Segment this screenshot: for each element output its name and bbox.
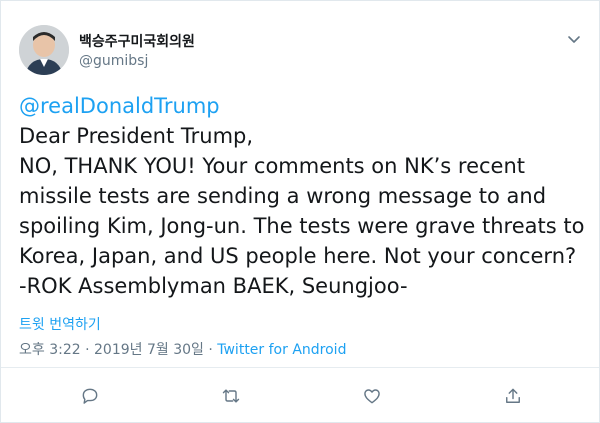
action-bar xyxy=(1,381,599,411)
source-link[interactable]: Twitter for Android xyxy=(217,342,346,358)
avatar[interactable] xyxy=(19,25,69,75)
mention-link[interactable]: @realDonaldTrump xyxy=(19,91,589,121)
share-icon[interactable] xyxy=(498,381,528,411)
display-name[interactable]: 백승주구미국회의원 xyxy=(79,31,195,51)
chevron-down-icon[interactable] xyxy=(567,31,581,45)
timestamp[interactable]: 오후 3:22 · 2019년 7월 30일 · xyxy=(19,342,217,358)
reply-icon[interactable] xyxy=(75,381,105,411)
user-handle[interactable]: @gumibsj xyxy=(79,53,148,69)
tweet-text: @realDonaldTrump Dear President Trump, NO… xyxy=(19,91,589,301)
retweet-icon[interactable] xyxy=(216,381,246,411)
person-avatar-icon xyxy=(19,25,69,75)
tweet-card: 백승주구미국회의원 @gumibsj @realDonaldTrump Dear … xyxy=(0,0,600,423)
translate-tweet-link[interactable]: 트윗 번역하기 xyxy=(19,314,101,334)
tweet-body-text: Dear President Trump, NO, THANK YOU! You… xyxy=(19,124,585,298)
tweet-meta: 오후 3:22 · 2019년 7월 30일 · Twitter for And… xyxy=(19,339,346,359)
heart-icon[interactable] xyxy=(357,381,387,411)
divider xyxy=(1,367,599,368)
